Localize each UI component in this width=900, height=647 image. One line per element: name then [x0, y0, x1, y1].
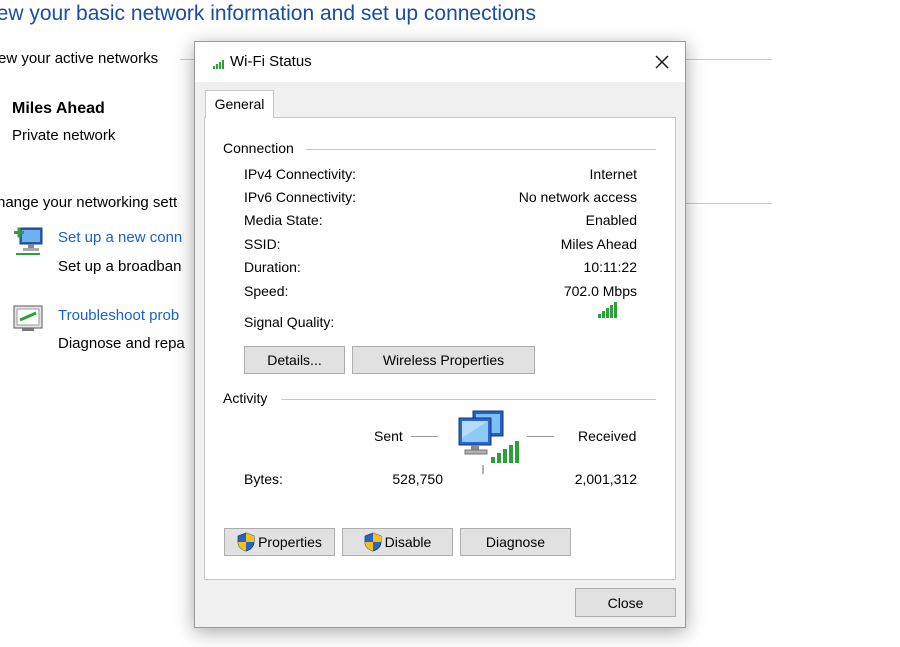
- signal-bar: [610, 305, 613, 318]
- disable-button-label: Disable: [384, 534, 432, 550]
- sent-label: Sent: [374, 428, 403, 444]
- wifi-status-dialog: Wi-Fi Status General Connection IPv4 Con…: [194, 41, 686, 628]
- diagnose-button[interactable]: Diagnose: [460, 528, 571, 556]
- properties-button-label: Properties: [258, 534, 322, 550]
- dialog-title: Wi-Fi Status: [230, 53, 312, 70]
- properties-button[interactable]: Properties: [224, 528, 335, 556]
- uac-shield-icon: [237, 532, 255, 552]
- signal-bar: [602, 311, 605, 318]
- ipv4-label: IPv4 Connectivity:: [244, 166, 357, 182]
- close-button[interactable]: Close: [575, 588, 676, 617]
- page-title: iew your basic network information and s…: [0, 2, 536, 25]
- change-settings-heading: hange your networking sett: [0, 194, 178, 211]
- received-line: [527, 436, 554, 437]
- heading-divider: [686, 59, 772, 60]
- received-label: Received: [578, 428, 637, 444]
- speed-value: 702.0 Mbps: [563, 283, 637, 299]
- wifi-signal-icon: [213, 60, 224, 69]
- ipv6-label: IPv6 Connectivity:: [244, 189, 357, 205]
- setup-connection-description: Set up a broadban: [58, 258, 182, 275]
- ipv6-value: No network access: [518, 189, 637, 205]
- duration-value: 10:11:22: [583, 259, 637, 275]
- network-name: Miles Ahead: [12, 100, 105, 117]
- bytes-sent-value: 528,750: [392, 471, 443, 487]
- uac-shield-icon: [364, 532, 382, 552]
- tab-general[interactable]: General: [205, 90, 274, 118]
- signal-bar: [614, 302, 617, 318]
- group-divider: [281, 399, 656, 400]
- troubleshoot-link[interactable]: Troubleshoot prob: [58, 307, 179, 324]
- signal-quality-label: Signal Quality:: [244, 314, 335, 330]
- wireless-properties-button[interactable]: Wireless Properties: [352, 346, 535, 374]
- network-setup-icon: [14, 227, 43, 255]
- activity-group-label: Activity: [223, 390, 268, 406]
- general-panel: Connection IPv4 Connectivity: Internet I…: [204, 117, 676, 580]
- media-state-label: Media State:: [244, 212, 323, 228]
- disable-button[interactable]: Disable: [342, 528, 453, 556]
- sent-line: [411, 436, 438, 437]
- bytes-label: Bytes:: [244, 471, 283, 487]
- signal-bar: [598, 314, 601, 318]
- signal-bar: [606, 308, 609, 318]
- details-button[interactable]: Details...: [244, 346, 345, 374]
- duration-label: Duration:: [244, 259, 301, 275]
- troubleshoot-description: Diagnose and repa: [58, 335, 185, 352]
- network-type: Private network: [12, 127, 116, 144]
- network-activity-icon: [458, 410, 519, 474]
- troubleshoot-icon: [13, 305, 43, 331]
- close-icon: [655, 55, 669, 69]
- setup-connection-link[interactable]: Set up a new conn: [58, 229, 182, 246]
- heading-divider: [686, 203, 772, 204]
- bytes-received-value: 2,001,312: [574, 471, 637, 487]
- ssid-label: SSID:: [244, 236, 281, 252]
- heading-divider: [180, 59, 194, 60]
- connection-group-label: Connection: [223, 140, 294, 156]
- speed-label: Speed:: [244, 283, 289, 299]
- close-window-button[interactable]: [639, 42, 685, 82]
- title-bar: Wi-Fi Status: [195, 42, 685, 82]
- active-networks-heading: ew your active networks: [0, 50, 159, 67]
- ssid-value: Miles Ahead: [560, 236, 637, 252]
- media-state-value: Enabled: [585, 212, 637, 228]
- ipv4-value: Internet: [589, 166, 637, 182]
- group-divider: [306, 149, 656, 150]
- signal-quality-icon: [598, 302, 617, 318]
